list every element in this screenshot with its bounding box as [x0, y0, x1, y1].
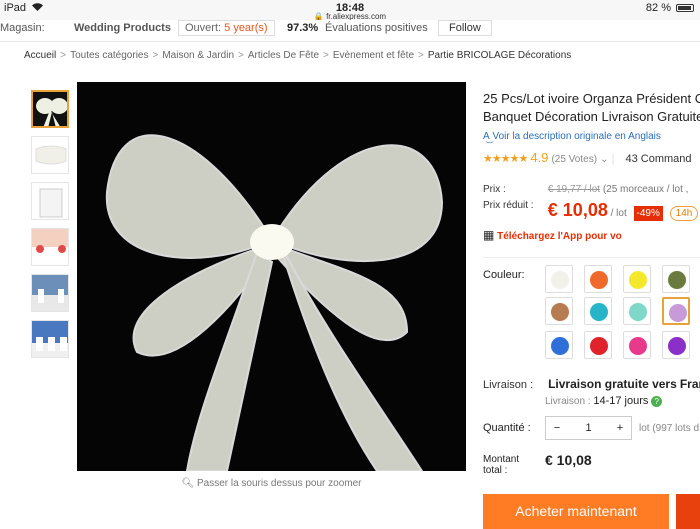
discount-badge: -49% [633, 206, 663, 221]
countdown-timer: 14h [669, 206, 699, 221]
color-swatch-selected[interactable] [662, 297, 690, 325]
thumbnail-5[interactable] [31, 274, 69, 312]
app-download-link: Téléchargez l'App pour vo [497, 231, 622, 242]
thumbnail-2[interactable] [31, 136, 69, 174]
main-product-image[interactable] [77, 82, 466, 471]
total-label-line1: Montant [483, 454, 520, 465]
votes-count[interactable]: (25 Votes) [551, 154, 597, 165]
star-rating-icon: ★★★★★ [483, 153, 528, 165]
thumbnail-strip [31, 90, 71, 366]
quantity-input[interactable]: 1 [578, 422, 600, 434]
translate-link-text: Voir la description originale en Anglais [492, 131, 661, 142]
total-price: € 10,08 [545, 452, 592, 468]
color-swatch[interactable] [584, 265, 612, 293]
reduced-price-label: Prix réduit : [483, 200, 534, 211]
color-swatch[interactable] [623, 265, 651, 293]
thumbnail-4[interactable] [31, 228, 69, 266]
store-bar: Magasin: Wedding Products Ouvert: 5 year… [0, 20, 700, 42]
store-name[interactable]: Wedding Products [74, 22, 171, 34]
open-label: Ouvert: [185, 22, 222, 34]
shipping-destination[interactable]: Fran [680, 377, 700, 391]
quantity-label: Quantité : [483, 422, 531, 434]
zoom-hint-text: Passer la souris dessus pour zoomer [196, 478, 362, 489]
shipping-value[interactable]: Livraison gratuite vers [548, 377, 677, 391]
buy-now-button[interactable]: Acheter maintenant [483, 494, 669, 529]
thumbnail-1[interactable] [31, 90, 69, 128]
help-icon[interactable]: ? [651, 396, 663, 407]
feedback-percent: 97.3% [287, 22, 319, 34]
feedback-label: Évaluations positives [325, 22, 428, 34]
color-swatch[interactable] [623, 297, 651, 325]
color-swatch[interactable] [584, 331, 612, 359]
breadcrumb-item[interactable]: Toutes catégories [70, 50, 148, 61]
add-to-cart-button[interactable] [676, 494, 700, 529]
quantity-minus-button[interactable]: − [546, 422, 568, 434]
breadcrumb-home[interactable]: Accueil [24, 50, 56, 61]
battery-icon [676, 4, 694, 12]
breadcrumb-item[interactable]: Maison & Jardin [162, 50, 234, 61]
quantity-stepper[interactable]: − 1 + [545, 416, 632, 440]
title-line-2: Banquet Décoration Livraison Gratuite [483, 109, 700, 124]
follow-button[interactable]: Follow [438, 20, 492, 36]
color-swatch[interactable] [584, 297, 612, 325]
divider [483, 257, 700, 258]
delivery-value: 14-17 jours [593, 395, 649, 407]
breadcrumb-item[interactable]: Articles De Fête [248, 50, 319, 61]
quantity-plus-button[interactable]: + [609, 422, 631, 434]
color-swatch[interactable] [662, 265, 690, 293]
rating-row: ★★★★★ 4.9 (25 Votes) ⌄ | 43 Command [483, 150, 692, 165]
orders-count: 43 Command [625, 153, 692, 165]
thumbnail-6[interactable] [31, 320, 69, 358]
total-label-line2: total : [483, 465, 508, 476]
shipping-label: Livraison : [483, 379, 534, 391]
original-price-row: Prix : € 19,77 / lot (25 morceaux / lot … [483, 184, 688, 195]
breadcrumb: Accueil > Toutes catégories > Maison & Jardi… [24, 50, 572, 61]
store-open-badge: Ouvert: 5 year(s) [178, 20, 275, 36]
old-price: € 19,77 / lot [547, 184, 601, 195]
open-value: 5 year(s) [224, 22, 268, 34]
app-download-row[interactable]: ▦ Téléchargez l'App pour vo [483, 228, 622, 242]
qr-code-icon: ▦ [483, 228, 495, 242]
color-swatch[interactable] [545, 297, 573, 325]
total-label: Montant total : [483, 454, 519, 476]
price-label: Prix : [483, 184, 506, 195]
ios-status-bar: iPad 18:48 🔒 fr.aliexpress.com 82 % [0, 0, 700, 21]
current-price: € 10,08 [547, 200, 608, 220]
color-swatch[interactable] [545, 265, 573, 293]
rating-value: 4.9 [530, 150, 549, 165]
breadcrumb-item[interactable]: Evènement et fête [333, 50, 414, 61]
chevron-down-icon[interactable]: ⌄ [600, 154, 608, 165]
product-title: 25 Pcs/Lot ivoire Organza Président C Ba… [483, 90, 700, 126]
delivery-row: Livraison : 14-17 jours ? [545, 395, 663, 407]
discount-price-row: Prix réduit : € 10,08 / lot -49% 14h [483, 200, 699, 221]
delivery-label: Livraison : [545, 396, 591, 407]
store-label: Magasin: [0, 22, 45, 34]
color-label: Couleur: [483, 269, 525, 281]
quantity-note: lot (997 lots d [639, 423, 700, 434]
magnifier-icon: 🔍︎ [181, 478, 195, 489]
battery-percent: 82 % [645, 2, 671, 14]
translate-link[interactable]: A͜ Voir la description originale en Angl… [483, 131, 661, 142]
thumbnail-3[interactable] [31, 182, 69, 220]
breadcrumb-current[interactable]: Partie BRICOLAGE Décorations [428, 50, 571, 61]
title-line-1: 25 Pcs/Lot ivoire Organza Président C [483, 91, 700, 106]
color-swatch[interactable] [545, 331, 573, 359]
translate-icon: A͜ [483, 131, 490, 142]
color-swatch[interactable] [623, 331, 651, 359]
shipping-row: Livraison : Livraison gratuite vers Fran [483, 377, 700, 391]
color-swatch[interactable] [662, 331, 690, 359]
old-price-note: (25 morceaux / lot , [602, 184, 689, 195]
zoom-hint: 🔍︎ Passer la souris dessus pour zoomer [77, 478, 466, 489]
price-unit: / lot [610, 208, 627, 219]
